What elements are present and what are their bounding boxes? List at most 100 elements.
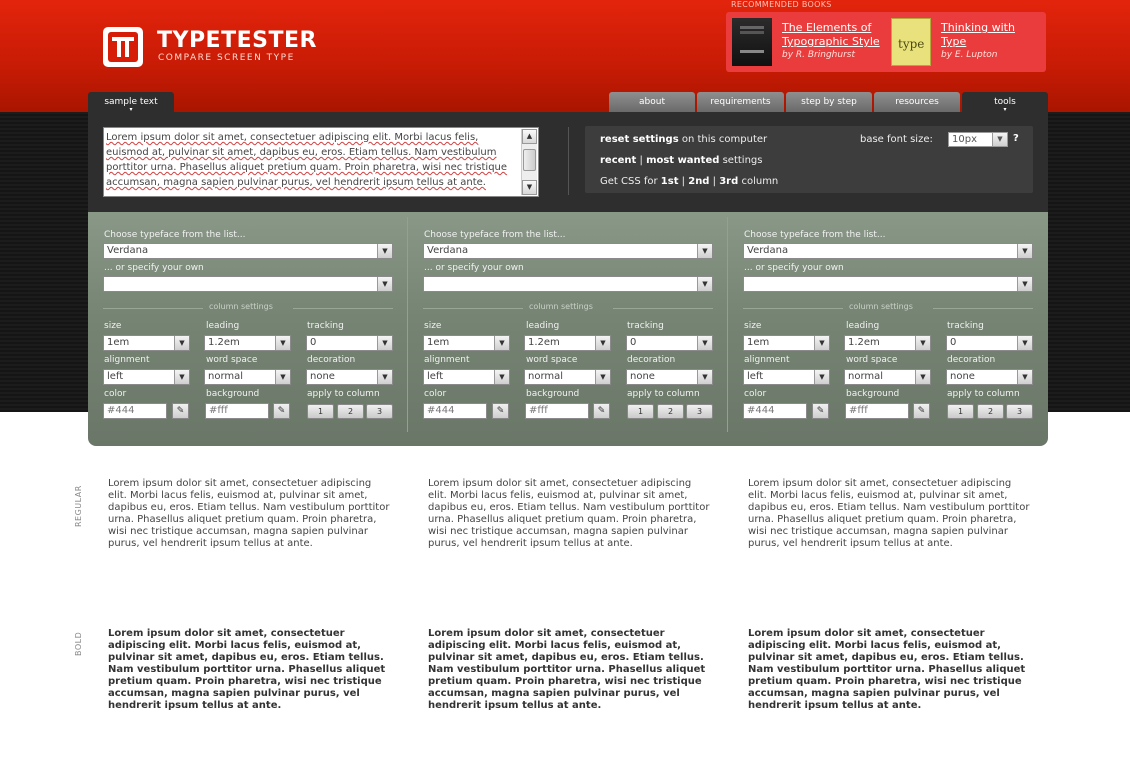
reset-settings[interactable]: reset settings on this computer (600, 134, 767, 145)
eyedropper-icon[interactable]: ✎ (812, 403, 829, 419)
chevron-down-icon[interactable]: ▼ (1017, 336, 1032, 350)
size-select-col1[interactable]: 1em ▼ (103, 335, 190, 351)
eyedropper-icon[interactable]: ✎ (273, 403, 290, 419)
tab-sample-text[interactable]: sample text ▾ (88, 92, 174, 113)
typetester-logo-icon[interactable] (103, 27, 143, 67)
chevron-down-icon[interactable]: ▼ (377, 370, 392, 384)
chevron-down-icon[interactable]: ▼ (697, 336, 712, 350)
size-select-col2[interactable]: 1em ▼ (423, 335, 510, 351)
word-space-select-col2[interactable]: normal ▼ (524, 369, 611, 385)
chevron-down-icon[interactable]: ▼ (595, 336, 610, 350)
alignment-select-col1[interactable]: left ▼ (103, 369, 190, 385)
custom-typeface-input-col1[interactable]: ▼ (103, 276, 393, 292)
scroll-thumb[interactable] (523, 149, 536, 171)
background-input-col3[interactable]: #fff (845, 403, 909, 419)
chevron-down-icon[interactable]: ▼ (174, 370, 189, 384)
chevron-down-icon[interactable]: ▼ (275, 370, 290, 384)
color-input-col1[interactable]: #444 (103, 403, 167, 419)
background-input-col1[interactable]: #fff (205, 403, 269, 419)
chevron-down-icon[interactable]: ▼ (814, 370, 829, 384)
typeface-select-col1[interactable]: Verdana ▼ (103, 243, 393, 259)
apply-col2-button[interactable]: 2 (657, 404, 684, 419)
base-font-size-select[interactable]: 10px ▼ (948, 132, 1008, 147)
tab-tools[interactable]: tools ▾ (962, 92, 1048, 113)
tracking-label: tracking (307, 321, 344, 331)
apply-col1-button[interactable]: 1 (307, 404, 334, 419)
book-cover-lupton[interactable]: type (891, 18, 931, 66)
chevron-down-icon[interactable]: ▼ (814, 336, 829, 350)
most-wanted-link[interactable]: most wanted (646, 155, 719, 166)
apply-col3-button[interactable]: 3 (366, 404, 393, 419)
chevron-down-icon[interactable]: ▼ (992, 133, 1007, 146)
eyedropper-icon[interactable]: ✎ (913, 403, 930, 419)
recent-link[interactable]: recent (600, 155, 636, 166)
chevron-down-icon[interactable]: ▼ (697, 370, 712, 384)
word-space-select-col1[interactable]: normal ▼ (204, 369, 291, 385)
chevron-down-icon[interactable]: ▼ (697, 244, 712, 258)
apply-col3-button[interactable]: 3 (1006, 404, 1033, 419)
scroll-down-icon[interactable]: ▼ (522, 180, 537, 195)
size-select-col3[interactable]: 1em ▼ (743, 335, 830, 351)
chevron-down-icon[interactable]: ▼ (377, 336, 392, 350)
css-col1-link[interactable]: 1st (661, 176, 679, 187)
typeface-select-col3[interactable]: Verdana ▼ (743, 243, 1033, 259)
chevron-down-icon[interactable]: ▼ (377, 244, 392, 258)
help-icon[interactable]: ? (1013, 133, 1019, 144)
typeface-select-col2[interactable]: Verdana ▼ (423, 243, 713, 259)
book-cover-bringhurst[interactable] (732, 18, 772, 66)
leading-select-col3[interactable]: 1.2em ▼ (844, 335, 931, 351)
color-input-col3[interactable]: #444 (743, 403, 807, 419)
sample-text-area[interactable]: Lorem ipsum dolor sit amet, consectetuer… (103, 127, 539, 197)
tracking-select-col1[interactable]: 0 ▼ (306, 335, 393, 351)
apply-col3-button[interactable]: 3 (686, 404, 713, 419)
chevron-down-icon[interactable]: ▼ (595, 370, 610, 384)
tab-step-by-step[interactable]: step by step (786, 92, 872, 112)
chevron-down-icon[interactable]: ▼ (697, 277, 712, 291)
apply-col2-button[interactable]: 2 (337, 404, 364, 419)
chevron-down-icon[interactable]: ▼ (494, 370, 509, 384)
chevron-down-icon[interactable]: ▼ (275, 336, 290, 350)
apply-col1-button[interactable]: 1 (947, 404, 974, 419)
custom-typeface-input-col2[interactable]: ▼ (423, 276, 713, 292)
chevron-down-icon[interactable]: ▼ (1017, 370, 1032, 384)
tab-resources[interactable]: resources (874, 92, 960, 112)
decoration-select-col2[interactable]: none ▼ (626, 369, 713, 385)
book-link-bringhurst[interactable]: The Elements of Typographic Style (782, 21, 880, 49)
leading-select-col1[interactable]: 1.2em ▼ (204, 335, 291, 351)
tab-requirements[interactable]: requirements (697, 92, 784, 112)
chevron-down-icon[interactable]: ▼ (915, 370, 930, 384)
chevron-down-icon[interactable]: ▼ (915, 336, 930, 350)
chevron-down-icon[interactable]: ▼ (494, 336, 509, 350)
chevron-down-icon[interactable]: ▼ (1017, 244, 1032, 258)
custom-typeface-input-col3[interactable]: ▼ (743, 276, 1033, 292)
brand-title[interactable]: TYPETESTER (157, 28, 317, 53)
color-input-col2[interactable]: #444 (423, 403, 487, 419)
eyedropper-icon[interactable]: ✎ (593, 403, 610, 419)
sample-text[interactable]: Lorem ipsum dolor sit amet, consectetuer… (106, 130, 516, 190)
tab-about[interactable]: about (609, 92, 695, 112)
eyedropper-icon[interactable]: ✎ (172, 403, 189, 419)
apply-to-column-label: apply to column (627, 389, 700, 399)
chevron-down-icon[interactable]: ▼ (377, 277, 392, 291)
eyedropper-icon[interactable]: ✎ (492, 403, 509, 419)
decoration-select-col1[interactable]: none ▼ (306, 369, 393, 385)
alignment-select-col3[interactable]: left ▼ (743, 369, 830, 385)
tracking-select-col3[interactable]: 0 ▼ (946, 335, 1033, 351)
apply-col2-button[interactable]: 2 (977, 404, 1004, 419)
chevron-down-icon[interactable]: ▼ (174, 336, 189, 350)
tracking-select-col2[interactable]: 0 ▼ (626, 335, 713, 351)
background-input-col2[interactable]: #fff (525, 403, 589, 419)
alignment-label: alignment (744, 355, 790, 365)
leading-select-col2[interactable]: 1.2em ▼ (524, 335, 611, 351)
word-space-select-col3[interactable]: normal ▼ (844, 369, 931, 385)
recommended-books-box: The Elements of Typographic Style by R. … (726, 12, 1046, 72)
css-col3-link[interactable]: 3rd (719, 176, 738, 187)
book-link-lupton[interactable]: Thinking with Type (941, 21, 1015, 49)
css-col2-link[interactable]: 2nd (688, 176, 709, 187)
chevron-down-icon[interactable]: ▼ (1017, 277, 1032, 291)
sample-scrollbar[interactable]: ▲ ▼ (521, 129, 537, 195)
alignment-select-col2[interactable]: left ▼ (423, 369, 510, 385)
apply-col1-button[interactable]: 1 (627, 404, 654, 419)
decoration-select-col3[interactable]: none ▼ (946, 369, 1033, 385)
scroll-up-icon[interactable]: ▲ (522, 129, 537, 144)
